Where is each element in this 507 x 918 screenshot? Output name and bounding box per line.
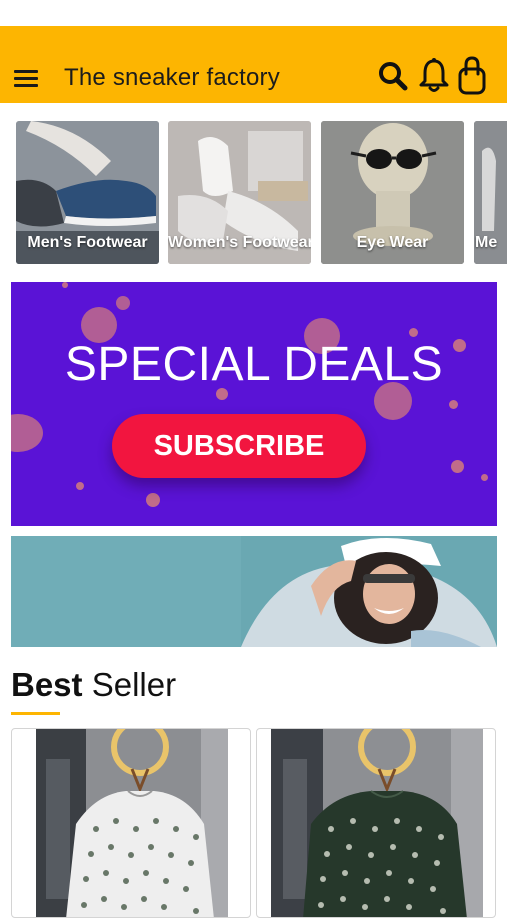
shopping-bag-icon bbox=[458, 56, 486, 95]
heading-rest: Seller bbox=[82, 666, 177, 703]
category-label: Women's Footwear bbox=[168, 234, 311, 251]
promo-model-image bbox=[11, 536, 497, 647]
app-title: The sneaker factory bbox=[64, 64, 280, 91]
decorative-dot bbox=[11, 414, 43, 452]
app-bar: The sneaker factory bbox=[0, 26, 507, 103]
bell-icon bbox=[419, 58, 449, 92]
category-card-eye-wear[interactable]: Eye Wear bbox=[321, 121, 464, 264]
menu-icon-line bbox=[14, 84, 38, 87]
category-card-womens-footwear[interactable]: Women's Footwear bbox=[168, 121, 311, 264]
product-card[interactable] bbox=[11, 728, 251, 918]
decorative-dot bbox=[451, 460, 464, 473]
deals-title: SPECIAL DEALS bbox=[64, 338, 444, 391]
status-bar bbox=[0, 0, 507, 26]
subscribe-button[interactable]: SUBSCRIBE bbox=[112, 414, 366, 478]
product-card[interactable] bbox=[256, 728, 496, 918]
category-carousel[interactable]: Men's Footwear Women's Footwear Eye Wear bbox=[0, 121, 507, 265]
category-label: Men's Footwear bbox=[27, 234, 148, 251]
special-deals-banner[interactable]: SPECIAL DEALS SUBSCRIBE bbox=[11, 282, 497, 526]
category-label: Eye Wear bbox=[356, 234, 429, 251]
decorative-dot bbox=[449, 400, 458, 409]
category-label: Me bbox=[475, 234, 498, 251]
search-button[interactable] bbox=[376, 56, 410, 96]
decorative-dot bbox=[116, 296, 130, 310]
cart-button[interactable] bbox=[456, 56, 490, 96]
heading-bold: Best bbox=[11, 666, 83, 703]
dark-green-patterned-sweater-image bbox=[271, 729, 483, 917]
white-patterned-sweater-image bbox=[36, 729, 228, 917]
decorative-dot bbox=[76, 482, 84, 490]
best-seller-heading: Best Seller bbox=[11, 666, 176, 704]
notifications-button[interactable] bbox=[418, 56, 452, 96]
decorative-dot bbox=[409, 328, 418, 337]
menu-icon-line bbox=[14, 70, 38, 73]
promo-banner[interactable] bbox=[11, 536, 497, 647]
decorative-dot bbox=[481, 474, 488, 481]
heading-underline bbox=[11, 712, 60, 715]
decorative-dot bbox=[146, 493, 160, 507]
menu-button[interactable] bbox=[14, 70, 38, 88]
search-icon bbox=[379, 62, 408, 91]
menu-icon-line bbox=[14, 77, 38, 80]
category-card-partial[interactable]: Me bbox=[474, 121, 507, 264]
decorative-dot bbox=[62, 282, 68, 288]
category-card-mens-footwear[interactable]: Men's Footwear bbox=[16, 121, 159, 264]
